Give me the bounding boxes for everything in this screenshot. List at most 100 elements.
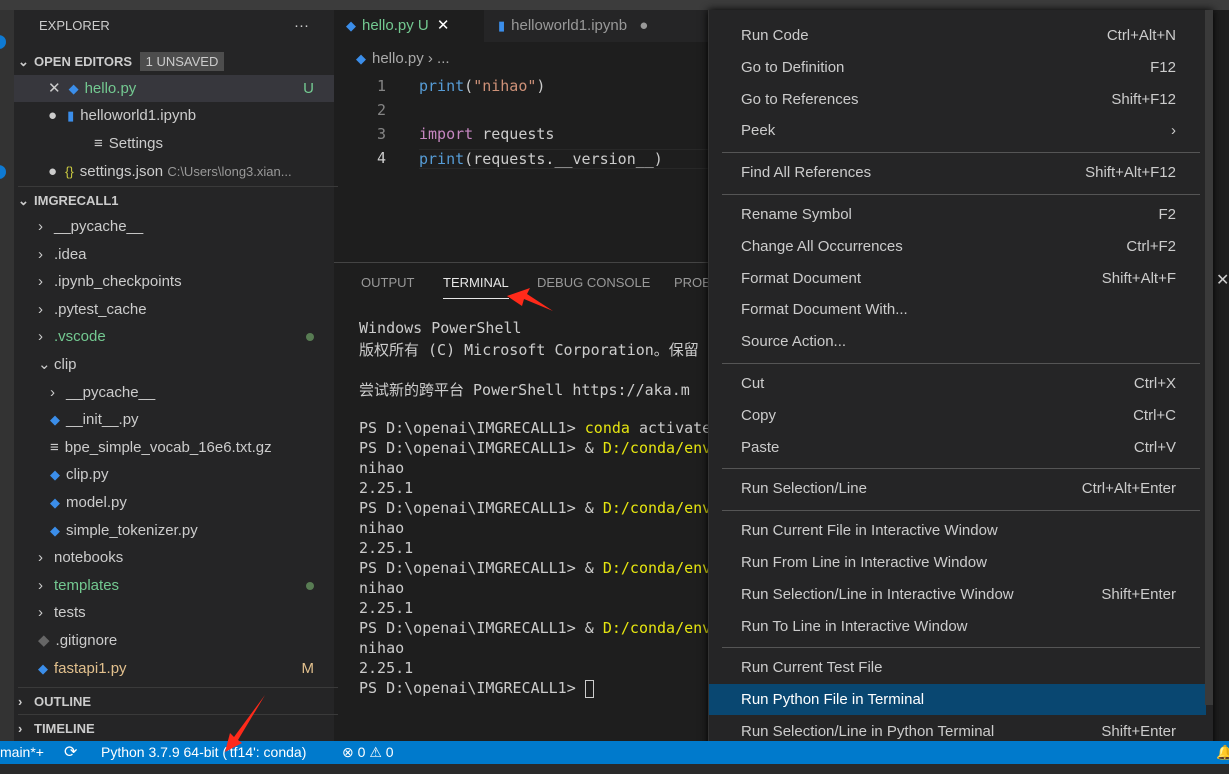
tree-item[interactable]: ◆ __init__.py <box>14 406 334 433</box>
tab-debug-console[interactable]: DEBUG CONSOLE <box>537 275 650 290</box>
tree-item[interactable]: › __pycache__ <box>14 379 334 406</box>
menu-item-source-action[interactable]: Source Action... <box>709 326 1206 357</box>
menu-item-run-code[interactable]: Run Code Ctrl+Alt+N <box>709 20 1206 51</box>
menu-item-run-selection-line-in-interactive-window[interactable]: Run Selection/Line in Interactive Window… <box>709 579 1206 610</box>
timeline-header[interactable]: › TIMELINE <box>18 714 338 741</box>
menu-item-rename-symbol[interactable]: Rename Symbol F2 <box>709 199 1206 230</box>
menu-item-label: Format Document <box>741 269 862 287</box>
menu-item-run-python-file-in-terminal[interactable]: Run Python File in Terminal <box>709 684 1206 716</box>
notification-icon[interactable]: 🔔 <box>1216 741 1229 764</box>
tree-item[interactable]: ≡ bpe_simple_vocab_16e6.txt.gz <box>14 434 334 461</box>
menu-item-format-document-with[interactable]: Format Document With... <box>709 294 1206 325</box>
tree-item[interactable]: › tests <box>14 599 334 626</box>
tab-hello-py[interactable]: ◆ hello.py U ✕ <box>334 10 484 42</box>
problems-indicator[interactable]: ⊗ 0 ⚠ 0 <box>342 741 394 764</box>
close-icon[interactable]: ✕ <box>48 80 61 97</box>
file-name: hello.py <box>84 80 137 97</box>
open-editor-notebook[interactable]: ● ▮ helloworld1.ipynb <box>14 102 334 129</box>
menu-item-paste[interactable]: Paste Ctrl+V <box>709 432 1206 463</box>
explorer-sidebar: EXPLORER ··· ⌄ OPEN EDITORS 1 UNSAVED ✕ ◆ h… <box>14 10 338 741</box>
chevron-right-icon: › <box>38 328 43 346</box>
terminal-line: PS D:\openai\IMGRECALL1> <box>359 679 594 698</box>
menu-item-label: Source Action... <box>741 333 847 351</box>
tree-item[interactable]: › .ipynb_checkpoints <box>14 268 334 295</box>
menu-item-run-current-test-file[interactable]: Run Current Test File <box>709 652 1206 683</box>
open-editor-settings-json[interactable]: ● {} settings.json C:\Users\long3.xian... <box>14 158 334 185</box>
tab-problems[interactable]: PROB <box>674 275 711 290</box>
menu-item-go-to-definition[interactable]: Go to Definition F12 <box>709 52 1206 83</box>
breadcrumb[interactable]: ◆ hello.py › ... <box>356 50 450 67</box>
menu-item-shortcut: Ctrl+V <box>1133 438 1176 456</box>
tree-item[interactable]: › __pycache__ <box>14 213 334 240</box>
menu-item-run-current-file-in-interactive-window[interactable]: Run Current File in Interactive Window <box>709 515 1206 546</box>
menu-item-cut[interactable]: Cut Ctrl+X <box>709 368 1206 399</box>
tree-item[interactable]: › .vscode <box>14 323 334 350</box>
chevron-right-icon: › <box>38 576 43 594</box>
terminal-cursor <box>584 679 594 698</box>
open-editor-settings[interactable]: ≡ Settings <box>14 130 334 157</box>
git-status: U <box>303 80 314 97</box>
menu-item-go-to-references[interactable]: Go to References Shift+F12 <box>709 84 1206 115</box>
terminal-line: nihao <box>359 579 405 597</box>
menu-item-shortcut: Ctrl+F2 <box>1126 237 1176 255</box>
open-editor-hello-py[interactable]: ✕ ◆ hello.py U <box>14 75 334 102</box>
menu-item-peek[interactable]: Peek › <box>709 115 1206 146</box>
menu-scrollbar[interactable] <box>1205 10 1213 705</box>
menu-item-find-all-references[interactable]: Find All References Shift+Alt+F12 <box>709 157 1206 188</box>
menu-item-shortcut: Ctrl+C <box>1133 406 1176 424</box>
warning-count: 0 <box>385 744 394 760</box>
tree-item[interactable]: ⌄ clip <box>14 351 334 378</box>
menu-item-format-document[interactable]: Format Document Shift+Alt+F <box>709 263 1206 294</box>
menu-item-change-all-occurrences[interactable]: Change All Occurrences Ctrl+F2 <box>709 231 1206 262</box>
warning-icon: ⚠ <box>369 744 382 760</box>
menu-item-shortcut: Shift+Enter <box>1101 585 1176 603</box>
close-panel-icon[interactable]: ✕ <box>1216 270 1229 290</box>
python-icon: ◆ <box>346 18 356 33</box>
menu-item-copy[interactable]: Copy Ctrl+C <box>709 400 1206 431</box>
menu-item-shortcut: Ctrl+Alt+Enter <box>1081 480 1176 498</box>
python-interpreter[interactable]: Python 3.7.9 64-bit ('tf14': conda) <box>101 741 306 764</box>
editor-tabs: ◆ hello.py U ✕ ▮ helloworld1.ipynb ● <box>334 10 708 42</box>
tab-helloworld1-ipynb[interactable]: ▮ helloworld1.ipynb ● <box>486 10 660 42</box>
menu-item-run-from-line-in-interactive-window[interactable]: Run From Line in Interactive Window <box>709 547 1206 578</box>
sync-icon[interactable]: ⟳ <box>64 741 77 764</box>
menu-separator <box>722 363 1200 364</box>
tree-item[interactable]: › templates <box>14 572 334 599</box>
menu-item-label: Run Current Test File <box>741 659 883 677</box>
tab-output[interactable]: OUTPUT <box>361 275 414 290</box>
close-icon[interactable]: ✕ <box>437 17 450 34</box>
file-icon: ≡ <box>50 438 59 456</box>
tree-item-label: .ipynb_checkpoints <box>54 273 182 291</box>
tree-item[interactable]: ◆ simple_tokenizer.py <box>14 517 334 544</box>
tree-item[interactable]: ◆ model.py <box>14 489 334 516</box>
menu-item-run-selection-line[interactable]: Run Selection/Line Ctrl+Alt+Enter <box>709 473 1206 504</box>
activity-badge-icon[interactable] <box>0 35 6 49</box>
menu-item-run-to-line-in-interactive-window[interactable]: Run To Line in Interactive Window <box>709 611 1206 642</box>
tree-item[interactable]: ◆ fastapi1.py M <box>14 655 334 682</box>
tree-item[interactable]: ◆ clip.py <box>14 461 334 488</box>
tree-item[interactable]: › notebooks <box>14 544 334 571</box>
menu-item-label: Run To Line in Interactive Window <box>741 617 968 635</box>
outline-header[interactable]: › OUTLINE <box>18 687 338 714</box>
python-icon: ◆ <box>50 495 60 510</box>
tree-item[interactable]: › .pytest_cache <box>14 296 334 323</box>
tab-terminal[interactable]: TERMINAL <box>443 275 509 299</box>
line-number: 3 <box>376 125 386 143</box>
menu-item-shortcut: F12 <box>1150 58 1176 76</box>
git-branch[interactable]: main*+ <box>0 741 44 764</box>
code-editor[interactable]: ◆ hello.py › ... 1 2 3 4 print("nihao") i… <box>334 42 708 262</box>
tree-item[interactable]: › .idea <box>14 241 334 268</box>
more-actions-button[interactable]: ··· <box>294 12 324 39</box>
file-path: C:\Users\long3.xian... <box>167 164 292 179</box>
project-header[interactable]: ⌄ IMGRECALL1 <box>18 186 338 213</box>
unsaved-badge: 1 UNSAVED <box>139 52 225 71</box>
tree-item[interactable]: ◆ .gitignore <box>14 627 334 654</box>
unsaved-dot-icon: ● <box>48 107 58 124</box>
timeline-label: TIMELINE <box>34 721 95 736</box>
open-editors-header[interactable]: ⌄ OPEN EDITORS 1 UNSAVED <box>18 48 338 75</box>
menu-item-label: Run Python File in Terminal <box>741 691 925 709</box>
menu-item-label: Go to References <box>741 90 859 108</box>
chevron-right-icon: › <box>38 273 43 291</box>
python-icon: ◆ <box>38 660 48 676</box>
activity-badge-icon[interactable] <box>0 165 6 179</box>
